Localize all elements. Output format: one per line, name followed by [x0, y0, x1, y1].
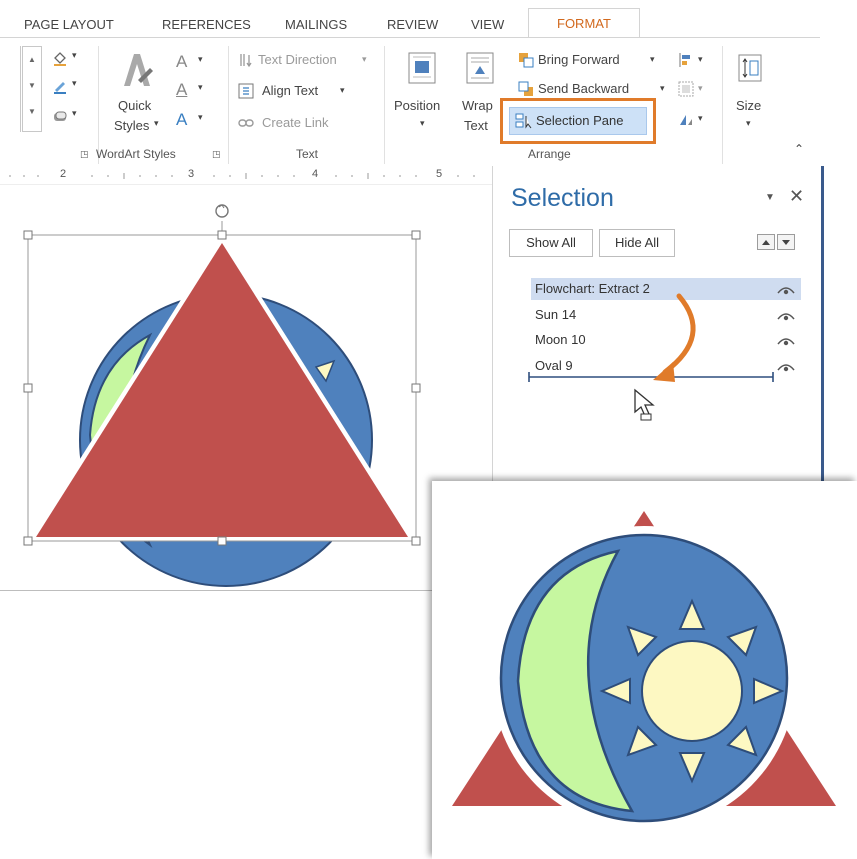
- position-icon: [408, 52, 436, 84]
- hide-all-button[interactable]: Hide All: [599, 229, 675, 257]
- dropdown-caret-icon: ▾: [72, 108, 77, 118]
- send-backward-icon[interactable]: [518, 81, 534, 97]
- wrap-text-label-2: Text: [464, 118, 488, 133]
- selection-pane-label: Selection Pane: [536, 113, 624, 128]
- dropdown-caret-icon: ▾: [154, 118, 159, 128]
- move-up-icon[interactable]: [757, 234, 775, 250]
- quick-styles-button[interactable]: Quick Styles ▾: [108, 48, 164, 138]
- wrap-text-icon: [466, 52, 494, 84]
- align-text-button[interactable]: Align Text: [262, 83, 318, 98]
- align-icon[interactable]: [678, 52, 694, 68]
- size-label: Size: [736, 98, 762, 113]
- text-direction-button[interactable]: Text Direction: [258, 52, 337, 67]
- dialog-launcher-icon[interactable]: ◳: [80, 149, 89, 160]
- dropdown-caret-icon: ▾: [198, 112, 203, 122]
- text-effects-icon[interactable]: A: [176, 110, 187, 130]
- tab-view[interactable]: VIEW: [471, 17, 504, 32]
- show-all-button[interactable]: Show All: [509, 229, 593, 257]
- ruler-mark: 2: [60, 168, 67, 180]
- dropdown-caret-icon: ▾: [362, 54, 367, 64]
- dropdown-caret-icon: ▾: [72, 78, 77, 88]
- close-icon[interactable]: ✕: [789, 186, 804, 207]
- text-direction-icon[interactable]: [238, 52, 254, 68]
- curved-arrow-icon: [662, 293, 696, 375]
- pane-title: Selection: [511, 184, 614, 212]
- move-down-icon[interactable]: [777, 234, 795, 250]
- create-link-icon[interactable]: [238, 115, 254, 131]
- ribbon-tab-bar: PAGE LAYOUT REFERENCES MAILINGS REVIEW V…: [0, 0, 820, 38]
- selection-pane-icon: [515, 113, 532, 129]
- ruler-ticks: [9, 173, 475, 179]
- dropdown-caret-icon: ▾: [72, 50, 77, 60]
- quick-styles-label-2: Styles: [114, 118, 150, 133]
- group-separator: [228, 46, 229, 164]
- bring-forward-icon[interactable]: [518, 52, 534, 68]
- text-outline-icon[interactable]: A: [176, 80, 187, 100]
- wrap-text-button[interactable]: Wrap Text: [456, 48, 500, 140]
- dropdown-caret-icon: ▾: [650, 54, 655, 64]
- position-label: Position: [394, 98, 441, 113]
- dialog-launcher-icon[interactable]: ◳: [212, 149, 221, 160]
- dropdown-caret-icon: ▾: [420, 118, 425, 128]
- shape-fill-icon[interactable]: [52, 50, 68, 66]
- result-canvas: [442, 503, 846, 830]
- document-canvas: [23, 204, 421, 590]
- shape-effects-icon[interactable]: [52, 108, 68, 124]
- selection-pane-highlight: Selection Pane: [500, 98, 656, 144]
- shape-outline-icon[interactable]: [52, 78, 68, 94]
- selection-pane-button[interactable]: Selection Pane: [509, 107, 647, 135]
- gallery-edge: [0, 46, 21, 132]
- ruler-mark: 5: [436, 168, 443, 180]
- horizontal-ruler: 2 3 4 5: [0, 166, 492, 185]
- quick-styles-label: Quick: [118, 98, 152, 113]
- group-label-wordart: WordArt Styles: [96, 147, 176, 161]
- tab-references[interactable]: REFERENCES: [162, 17, 251, 32]
- rotate-handle-icon[interactable]: [215, 204, 229, 218]
- ruler-mark: 3: [188, 168, 195, 180]
- dropdown-caret-icon: ▾: [698, 113, 703, 123]
- dropdown-caret-icon: ▾: [340, 85, 345, 95]
- sun-shape: [599, 598, 785, 784]
- selection-pane: Selection ▼ ✕ Show All Hide All Flowchar…: [492, 166, 824, 486]
- dropdown-caret-icon: ▾: [746, 118, 751, 128]
- pane-options-icon[interactable]: ▼: [765, 192, 775, 203]
- size-icon: [738, 54, 762, 82]
- bring-forward-button[interactable]: Bring Forward: [538, 52, 620, 67]
- tab-format[interactable]: FORMAT: [528, 8, 640, 38]
- create-link-button[interactable]: Create Link: [262, 115, 328, 130]
- size-button[interactable]: Size ▾: [730, 48, 774, 140]
- group-objects-icon[interactable]: [678, 81, 694, 97]
- ruler-mark: 4: [312, 168, 319, 180]
- text-fill-icon[interactable]: A: [176, 52, 187, 72]
- tab-mailings[interactable]: MAILINGS: [285, 17, 347, 32]
- wrap-text-label: Wrap: [462, 98, 493, 113]
- rotate-icon[interactable]: [678, 111, 694, 127]
- group-label-text: Text: [296, 147, 319, 161]
- result-preview: [432, 481, 857, 859]
- align-text-icon[interactable]: [238, 83, 254, 99]
- pointer-cursor-icon: [634, 388, 655, 421]
- group-label-arrange: Arrange: [528, 147, 571, 161]
- ribbon: ▲ ▼ ▼ ▾ ▾ ▾ Quick Styles ▾ A ▾ A ▾ A ▾ ◳ W…: [0, 37, 820, 167]
- tab-page-layout[interactable]: PAGE LAYOUT: [24, 17, 114, 32]
- send-backward-button[interactable]: Send Backward: [538, 81, 629, 96]
- tab-review[interactable]: REVIEW: [387, 17, 438, 32]
- dropdown-caret-icon: ▾: [698, 54, 703, 64]
- dropdown-caret-icon: ▾: [198, 82, 203, 92]
- document-page[interactable]: [0, 185, 492, 591]
- collapse-ribbon-icon[interactable]: ⌃: [794, 142, 804, 156]
- position-button[interactable]: Position ▾: [392, 48, 452, 140]
- dropdown-caret-icon: ▾: [660, 83, 665, 93]
- gallery-scroll[interactable]: ▲ ▼ ▼: [22, 46, 42, 132]
- dropdown-caret-icon: ▾: [698, 83, 703, 93]
- group-separator: [722, 46, 723, 164]
- dropdown-caret-icon: ▾: [198, 54, 203, 64]
- wordart-a-icon: [124, 54, 153, 86]
- group-separator: [384, 46, 385, 164]
